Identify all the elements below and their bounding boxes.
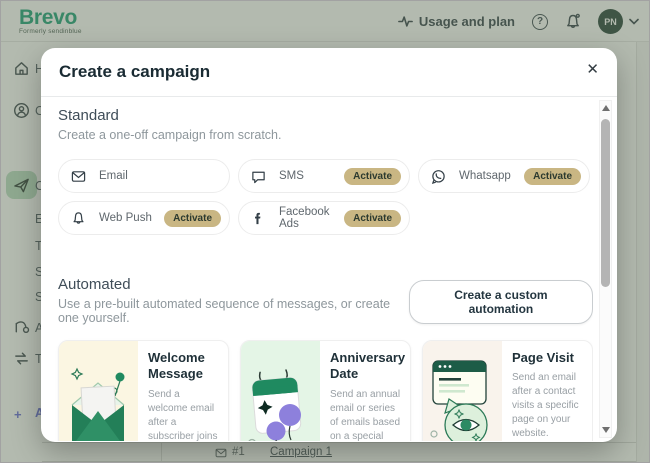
template-description: Send an annual email or series of emails…: [330, 388, 405, 442]
scrollbar-thumb[interactable]: [601, 119, 610, 287]
template-text: Welcome Message Send a welcome email aft…: [138, 341, 228, 441]
automation-template-grid: Welcome Message Send a welcome email aft…: [58, 340, 593, 441]
channel-card-sms[interactable]: SMS Activate: [238, 159, 410, 193]
template-card-page-visit[interactable]: Page Visit Send an email after a contact…: [422, 340, 593, 441]
scrollbar-down-arrow[interactable]: [602, 427, 610, 433]
page-visit-illustration: [423, 341, 502, 441]
template-title: Page Visit: [512, 350, 584, 366]
template-title: Anniversary Date: [330, 350, 405, 383]
channel-label: Whatsapp: [459, 170, 511, 182]
email-icon: [71, 169, 86, 184]
channel-card-whatsapp[interactable]: Whatsapp Activate: [418, 159, 590, 193]
standard-section-description: Create a one-off campaign from scratch.: [58, 128, 593, 142]
close-icon[interactable]: ✕: [586, 62, 599, 77]
app-screenshot: Brevo Formerly sendinblue Usage and plan…: [0, 0, 650, 463]
web-push-bell-icon: [71, 211, 86, 226]
create-campaign-modal: Create a campaign ✕ Standard Create a on…: [41, 48, 617, 442]
welcome-message-illustration: [59, 341, 138, 441]
channel-label: Email: [99, 170, 128, 182]
channel-card-webpush[interactable]: Web Push Activate: [58, 201, 230, 235]
channel-card-email[interactable]: Email: [58, 159, 230, 193]
activate-badge[interactable]: Activate: [164, 210, 221, 227]
create-custom-automation-button[interactable]: Create a custom automation: [409, 280, 593, 324]
standard-section-heading: Standard: [58, 107, 593, 124]
automated-heading-block: Automated Use a pre-built automated sequ…: [58, 276, 409, 325]
template-text: Anniversary Date Send an annual email or…: [320, 341, 411, 441]
whatsapp-icon: [431, 169, 446, 184]
automated-section-description: Use a pre-built automated sequence of me…: [58, 297, 409, 325]
template-card-anniversary-date[interactable]: Anniversary Date Send an annual email or…: [240, 340, 411, 441]
facebook-icon: [251, 211, 266, 226]
scrollbar-up-arrow[interactable]: [602, 105, 610, 111]
automated-section-heading: Automated: [58, 276, 409, 293]
activate-badge[interactable]: Activate: [524, 168, 581, 185]
activate-badge[interactable]: Activate: [344, 210, 401, 227]
anniversary-date-illustration: [241, 341, 320, 441]
automated-section-header: Automated Use a pre-built automated sequ…: [58, 276, 593, 325]
template-text: Page Visit Send an email after a contact…: [502, 341, 592, 441]
channel-label: Facebook Ads: [279, 206, 344, 230]
template-title: Welcome Message: [148, 350, 220, 383]
modal-body: Standard Create a one-off campaign from …: [41, 97, 593, 441]
template-description: Send a welcome email after a subscriber …: [148, 388, 220, 442]
activate-badge[interactable]: Activate: [344, 168, 401, 185]
channel-grid: Email SMS Activate Whatsapp Activate: [58, 159, 593, 235]
template-description: Send an email after a contact visits a s…: [512, 371, 584, 441]
channel-card-facebook-ads[interactable]: Facebook Ads Activate: [238, 201, 410, 235]
channel-label: SMS: [279, 170, 304, 182]
modal-scrollbar[interactable]: [599, 100, 612, 438]
template-card-welcome-message[interactable]: Welcome Message Send a welcome email aft…: [58, 340, 229, 441]
modal-header: Create a campaign ✕: [41, 48, 617, 97]
sms-icon: [251, 169, 266, 184]
channel-label: Web Push: [99, 212, 152, 224]
modal-title: Create a campaign: [59, 62, 210, 82]
